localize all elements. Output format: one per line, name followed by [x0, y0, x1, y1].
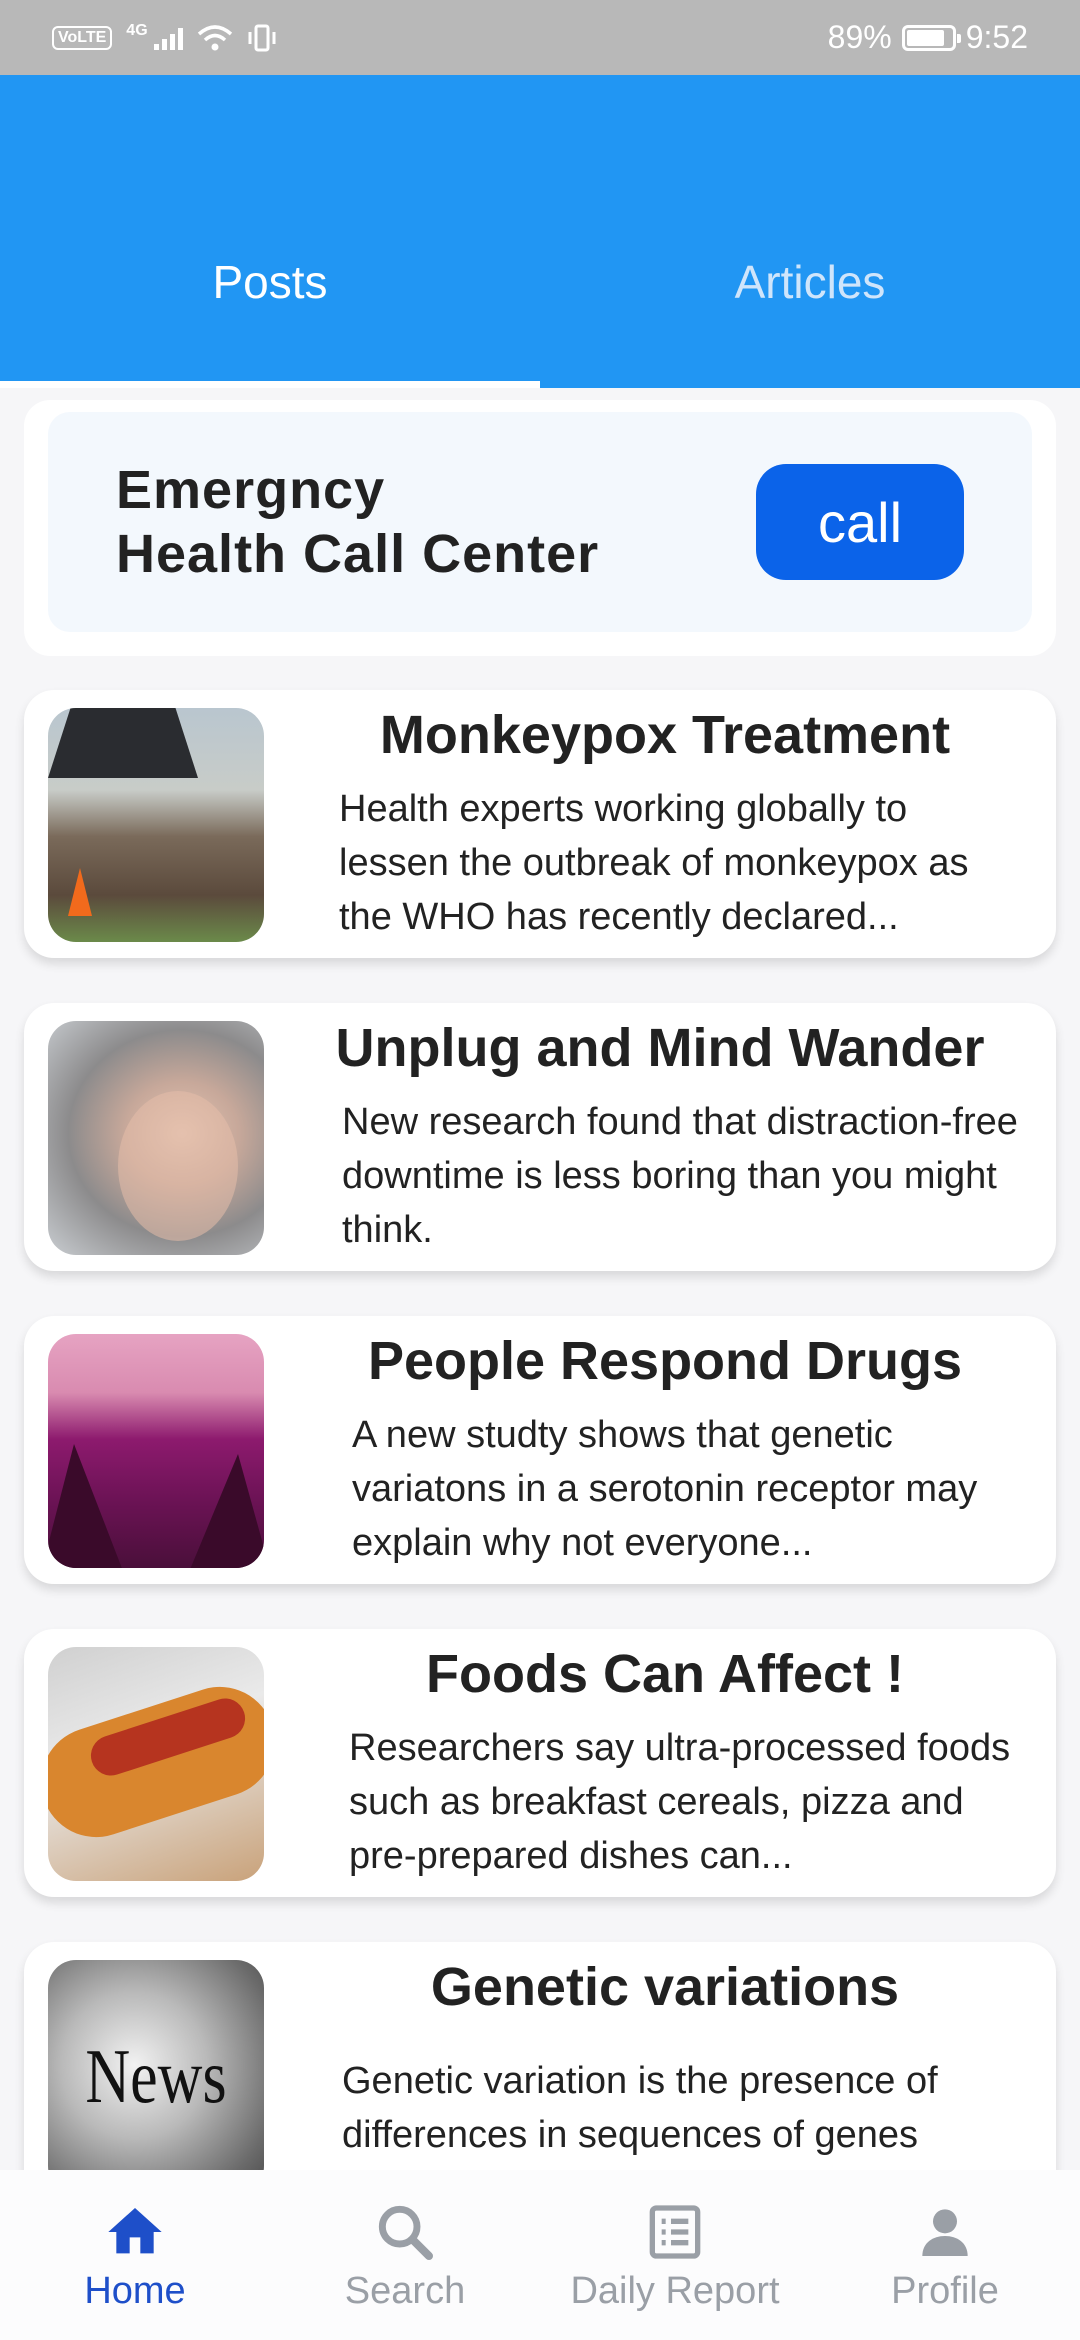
post-image-news: News [48, 1960, 264, 2194]
post-card[interactable]: Monkeypox Treatment Health experts worki… [24, 690, 1056, 958]
nav-search-label: Search [344, 2270, 466, 2312]
post-title: Foods Can Affect ! [426, 1644, 904, 1704]
post-card[interactable]: Foods Can Affect ! Researchers say ultra… [24, 1629, 1056, 1897]
post-image-woman [48, 1021, 264, 1255]
post-card[interactable]: People Respond Drugs A new studty shows … [24, 1316, 1056, 1584]
tab-posts[interactable]: Posts [0, 175, 540, 313]
emergency-title: Emergncy Health Call Center [116, 458, 599, 586]
search-icon [378, 2205, 433, 2260]
vibrate-icon [248, 24, 276, 51]
news-logo-text: News [85, 2033, 227, 2119]
report-icon [649, 2205, 701, 2259]
battery-percent: 89% [827, 19, 892, 55]
signal-icon [153, 26, 183, 50]
post-title: Monkeypox Treatment [379, 705, 951, 765]
tab-indicator [0, 381, 540, 388]
emergency-title-line1: Emergncy [116, 460, 386, 520]
post-image-hotdog [48, 1647, 264, 1881]
nav-daily-report-label: Daily Report [570, 2270, 780, 2312]
volte-badge: VoLTE [52, 25, 113, 50]
call-button[interactable]: call [756, 464, 964, 580]
post-body: New research found that distraction-free… [342, 1101, 1018, 1251]
post-image-monkeypox [48, 708, 264, 942]
tab-articles[interactable]: Articles [540, 175, 1080, 313]
network-type: 4G [126, 21, 148, 39]
nav-profile[interactable]: Profile [810, 2170, 1080, 2340]
bottom-navigation: Home Search Daily Report Profile [0, 2170, 1080, 2340]
post-card[interactable]: Unplug and Mind Wander New research foun… [24, 1003, 1056, 1271]
battery-icon [901, 24, 961, 51]
nav-home[interactable]: Home [0, 2170, 270, 2340]
post-title: Unplug and Mind Wander [335, 1018, 985, 1078]
clock: 9:52 [965, 19, 1028, 55]
post-body: Genetic variation is the presence of dif… [342, 2060, 938, 2156]
emergency-title-line2: Health Call Center [116, 524, 600, 584]
post-title: People Respond Drugs [367, 1331, 963, 1391]
home-icon [108, 2208, 162, 2254]
status-bar: VoLTE 4G 89% 9:52 [0, 0, 1080, 75]
status-right: 89% 9:52 [828, 19, 1028, 56]
profile-icon [922, 2209, 968, 2256]
nav-search[interactable]: Search [270, 2170, 540, 2340]
status-left: VoLTE 4G [52, 21, 277, 53]
nav-daily-report[interactable]: Daily Report [540, 2170, 810, 2340]
nav-home-label: Home [84, 2270, 186, 2312]
post-image-landscape [48, 1334, 264, 1568]
post-body: A new studty shows that genetic variaton… [352, 1414, 978, 1564]
post-body: Health experts working globally to lesse… [339, 788, 969, 938]
nav-profile-label: Profile [891, 2270, 999, 2312]
post-title: Genetic variations [430, 1957, 900, 2017]
post-body: Researchers say ultra-processed foods su… [349, 1727, 1011, 1877]
wifi-icon [197, 24, 232, 50]
